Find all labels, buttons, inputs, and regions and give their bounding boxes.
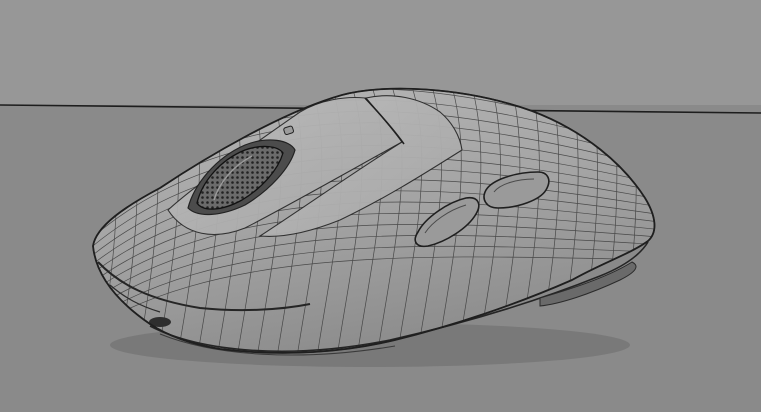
3d-viewport[interactable] xyxy=(0,0,761,412)
